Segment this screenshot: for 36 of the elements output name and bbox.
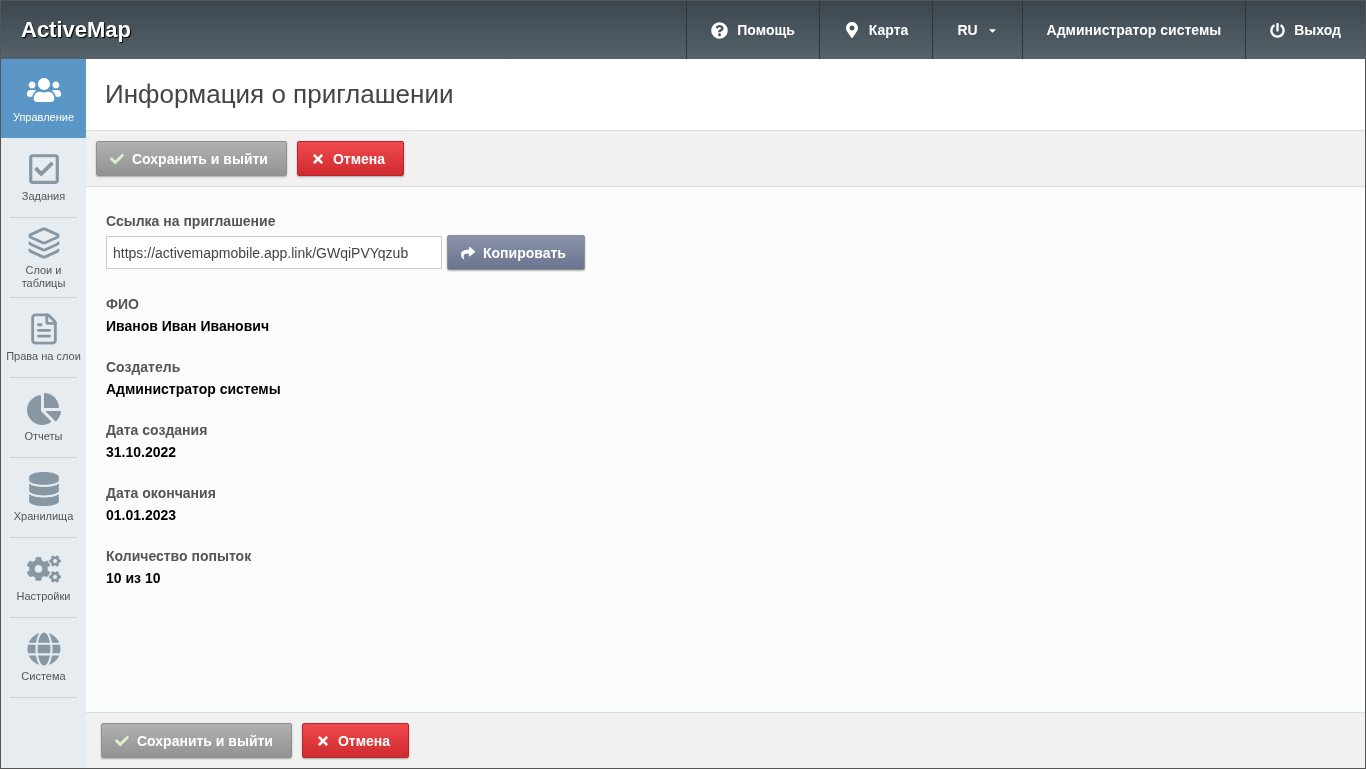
field-label: Дата создания (106, 422, 209, 438)
field-label: Количество попыток (106, 548, 253, 564)
field-label: Создатель (106, 359, 182, 375)
check-icon (110, 151, 124, 166)
field-value: 10 из 10 (106, 570, 162, 586)
field-value: Иванов Иван Иванович (106, 318, 270, 334)
power-icon (1270, 22, 1286, 38)
check-icon (115, 733, 129, 748)
cancel-button[interactable]: Отмена (302, 723, 410, 758)
page-title: Информация о приглашении (105, 79, 454, 110)
sidebar-item[interactable]: Система (10, 618, 77, 698)
field-value: Администратор системы (106, 381, 282, 397)
field-label: Дата окончания (106, 485, 217, 501)
sidebar-item[interactable]: Настройки (10, 538, 77, 618)
close-icon (316, 733, 330, 748)
copy-button[interactable]: Копировать (447, 235, 585, 270)
sidebar-item[interactable]: Хранилища (10, 458, 77, 538)
sidebar-item[interactable]: Задания (10, 138, 77, 218)
globe-icon (26, 632, 61, 666)
cancel-button[interactable]: Отмена (297, 141, 405, 176)
field-value: 31.10.2022 (106, 444, 178, 460)
layers-icon (26, 225, 61, 260)
field-label: Ссылка на приглашение (106, 213, 277, 229)
share-arrow-icon (461, 245, 475, 260)
database-icon (26, 472, 61, 506)
map-pin-icon (843, 22, 860, 38)
field-value: 01.01.2023 (106, 507, 178, 523)
help-icon (711, 21, 729, 39)
sidebar-item[interactable]: Слои и таблицы (10, 218, 77, 298)
sidebar-item[interactable]: Отчеты (10, 378, 77, 458)
field-label: ФИО (106, 296, 140, 312)
close-icon (311, 151, 325, 166)
link-field[interactable]: https://activemapmobile.app.link/GWqiPVYqzub (106, 236, 442, 269)
checkbox-icon (26, 152, 61, 186)
brand-logo: ActiveMap (20, 16, 133, 44)
pie-chart-icon (26, 392, 61, 426)
